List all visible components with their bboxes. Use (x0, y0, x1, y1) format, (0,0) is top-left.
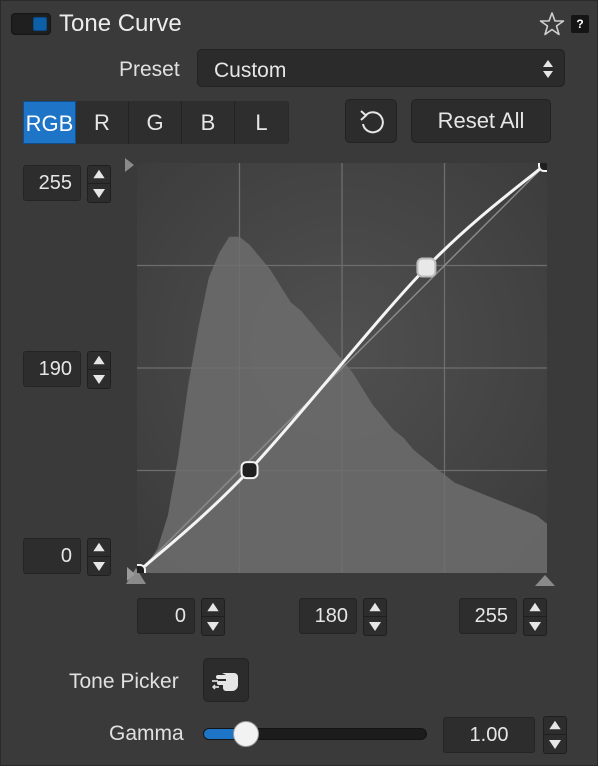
step-down-icon[interactable] (524, 617, 546, 635)
rotate-undo-icon (360, 110, 384, 134)
output-white-field[interactable]: 255 (23, 165, 81, 201)
star-icon[interactable] (539, 11, 565, 37)
output-white-marker[interactable] (123, 157, 135, 173)
step-up-icon[interactable] (88, 539, 110, 557)
panel-title: Tone Curve (59, 10, 182, 37)
input-mid-stepper[interactable] (363, 598, 387, 636)
input-black-field[interactable]: 0 (137, 598, 195, 634)
output-mid-field[interactable]: 190 (23, 351, 81, 387)
tone-curve-graph[interactable] (137, 163, 547, 573)
step-up-icon[interactable] (88, 352, 110, 370)
tone-picker-button[interactable] (203, 658, 249, 702)
curve-point-selected[interactable] (416, 257, 437, 278)
gamma-stepper[interactable] (543, 716, 567, 754)
curve-point[interactable] (240, 461, 259, 480)
step-down-icon[interactable] (88, 370, 110, 388)
step-down-icon[interactable] (88, 184, 110, 202)
step-up-icon[interactable] (202, 599, 224, 617)
undo-button[interactable] (345, 99, 397, 143)
step-down-icon[interactable] (544, 735, 566, 753)
gamma-label: Gamma (109, 722, 184, 745)
tab-l[interactable]: L (235, 101, 288, 144)
gamma-slider-handle[interactable] (232, 721, 259, 747)
curve-point[interactable] (137, 564, 146, 573)
preset-value: Custom (214, 59, 287, 82)
hand-picker-icon (212, 673, 238, 691)
channel-selector: RGB R G B L (23, 101, 289, 144)
step-up-icon[interactable] (364, 599, 386, 617)
tab-rgb[interactable]: RGB (23, 101, 76, 144)
help-button[interactable]: ? (571, 15, 589, 33)
toggle-knob (33, 17, 47, 31)
output-mid-stepper[interactable] (87, 351, 111, 389)
preset-label: Preset (119, 58, 180, 81)
step-down-icon[interactable] (202, 617, 224, 635)
select-arrows-icon (543, 60, 553, 78)
enable-toggle[interactable] (11, 13, 51, 35)
tone-curve-panel: Tone Curve ? Preset Custom RGB R G B L R… (0, 0, 598, 766)
input-mid-field[interactable]: 180 (299, 598, 357, 634)
step-up-icon[interactable] (88, 166, 110, 184)
input-black-stepper[interactable] (201, 598, 225, 636)
output-black-field[interactable]: 0 (23, 538, 81, 574)
input-white-marker[interactable] (534, 573, 556, 587)
input-white-field[interactable]: 255 (459, 598, 517, 634)
preset-select[interactable]: Custom (197, 49, 565, 87)
output-black-stepper[interactable] (87, 538, 111, 576)
panel-header: Tone Curve ? (1, 1, 598, 47)
gamma-value-field[interactable]: 1.00 (443, 717, 535, 753)
step-up-icon[interactable] (544, 717, 566, 735)
reset-all-button[interactable]: Reset All (411, 99, 551, 143)
output-white-stepper[interactable] (87, 165, 111, 203)
tab-b[interactable]: B (182, 101, 235, 144)
tab-g[interactable]: G (129, 101, 182, 144)
tab-r[interactable]: R (76, 101, 129, 144)
tone-picker-label: Tone Picker (69, 670, 179, 693)
curve-point[interactable] (538, 163, 547, 172)
step-down-icon[interactable] (364, 617, 386, 635)
step-down-icon[interactable] (88, 557, 110, 575)
input-white-stepper[interactable] (523, 598, 547, 636)
step-up-icon[interactable] (524, 599, 546, 617)
